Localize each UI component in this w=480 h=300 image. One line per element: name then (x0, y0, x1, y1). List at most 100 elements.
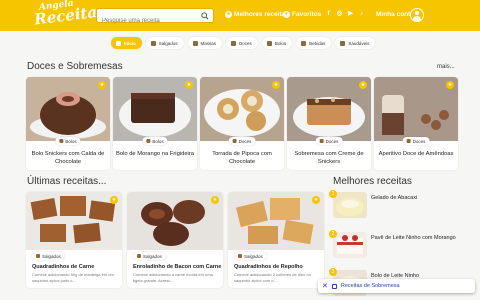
category-cakes[interactable]: Bolos (261, 37, 293, 49)
favorite-star-icon[interactable]: ★ (359, 81, 367, 89)
sweets-icon (406, 139, 411, 143)
category-drinks[interactable]: Bebidas (296, 37, 332, 49)
section-title-best: Melhores receitas (333, 176, 412, 187)
healthy-icon (340, 40, 346, 46)
category-pasta[interactable]: Massas (187, 37, 223, 49)
latest-recipe-card[interactable]: ★ Salgados Quadradinhos de Repolho Comec… (228, 192, 324, 288)
rank-badge: 2 (329, 230, 337, 238)
search-input[interactable] (97, 14, 197, 28)
home-icon (116, 40, 121, 46)
category-sweets[interactable]: Doces (226, 37, 258, 49)
category-badge: Bolos (55, 137, 81, 145)
recipe-title: Quadradinhos de Repolho (234, 264, 303, 270)
search-icon[interactable] (201, 12, 209, 20)
savory-icon (238, 254, 242, 258)
toast-label: Receitas de Sobremesa (340, 283, 400, 289)
best-recipe-item[interactable]: 1 Gelado de Abacaxi (329, 190, 477, 220)
category-label: Doces (239, 40, 252, 46)
recipe-thumbnail (333, 192, 367, 218)
tiktok-icon[interactable]: ♪ (358, 10, 365, 18)
close-icon[interactable]: ✕ (322, 282, 328, 290)
category-badge: Salgados (133, 252, 166, 260)
category-badge: Doces (315, 137, 343, 145)
favorite-star-icon[interactable]: ★ (98, 81, 106, 89)
savory-icon (150, 40, 156, 46)
recipe-photo (26, 192, 122, 250)
recipe-title: Bolo de Morango na Frigideira (116, 151, 194, 157)
category-bar: Início Salgados Massas Doces Bolos Bebid… (111, 37, 376, 49)
favorite-star-icon[interactable]: ★ (272, 81, 280, 89)
cake-icon (59, 139, 64, 143)
recipe-title: Sobremesa com Creme de Snickers (294, 151, 364, 165)
savory-icon (137, 254, 141, 258)
section-title-latest: Últimas receitas... (27, 176, 107, 187)
recipe-description: Comece adicionando a carne moída em uma … (133, 272, 213, 283)
badge-label: Salgados (244, 253, 263, 259)
badge-label: Doces (412, 138, 426, 144)
best-recipe-title: Pavê de Leite Ninho com Morango (371, 235, 456, 241)
category-badge: Salgados (234, 252, 267, 260)
category-label: Massas (200, 40, 217, 46)
recipe-photo (127, 192, 223, 250)
top-header: Angela Receita ★ Melhores receitas ♥ Fav… (0, 0, 480, 31)
recipe-title: Enroladinho de Bacon com Carne (133, 264, 222, 270)
category-badge: Salgados (32, 252, 65, 260)
instagram-icon[interactable]: ◎ (336, 10, 343, 18)
heart-icon: ♥ (283, 11, 290, 18)
favorite-star-icon[interactable]: ★ (312, 196, 320, 204)
cake-icon (266, 40, 272, 46)
savory-icon (36, 254, 40, 258)
drink-icon (301, 40, 307, 46)
recipe-description: Comece adicionando 2 colheres de óleo no… (234, 272, 311, 283)
youtube-icon[interactable]: ▶ (347, 10, 354, 18)
favorite-star-icon[interactable]: ★ (110, 196, 118, 204)
sweets-icon (319, 139, 324, 143)
category-healthy[interactable]: Saudáveis (335, 37, 376, 49)
category-home[interactable]: Início (111, 37, 142, 49)
recipe-thumbnail (333, 232, 367, 258)
category-badge: Doces (402, 137, 430, 145)
favorite-star-icon[interactable]: ★ (211, 196, 219, 204)
badge-label: Bolos (152, 138, 164, 144)
recipe-card[interactable]: ★ Doces Torrada de Pipoca com Chocolate (200, 77, 284, 170)
recipe-card[interactable]: ★ Doces Aperitivo Doce de Amêndoas (374, 77, 458, 170)
pasta-icon (192, 40, 198, 46)
latest-recipe-card[interactable]: ★ Salgados Enroladinho de Bacon com Carn… (127, 192, 223, 288)
sweets-icon (232, 139, 237, 143)
category-label: Bebidas (309, 40, 326, 46)
best-recipe-item[interactable]: 2 Pavê de Leite Ninho com Morango (329, 230, 477, 260)
category-label: Bolos (274, 40, 287, 46)
sweets-icon (231, 40, 237, 46)
site-logo[interactable]: Angela Receita (33, 0, 99, 31)
more-link[interactable]: mais... (437, 64, 455, 70)
badge-label: Salgados (42, 253, 61, 259)
recipe-card[interactable]: ★ Bolos Bolo Snickers com Calda de Choco… (26, 77, 110, 170)
favorite-star-icon[interactable]: ★ (446, 81, 454, 89)
facebook-icon[interactable]: f (325, 10, 332, 18)
logo-line2: Receita (33, 2, 99, 29)
recipe-card[interactable]: ★ Doces Sobremesa com Creme de Snickers (287, 77, 371, 170)
favorite-star-icon[interactable]: ★ (185, 81, 193, 89)
recipe-title: Quadradinhos de Carne (32, 264, 95, 270)
recipe-title: Torrada de Pipoca com Chocolate (212, 151, 272, 165)
avatar[interactable] (410, 8, 424, 22)
recipe-title: Aperitivo Doce de Amêndoas (378, 151, 454, 157)
badge-label: Doces (238, 138, 252, 144)
rank-badge: 3 (329, 268, 337, 276)
nav-best-recipes[interactable]: ★ Melhores receitas (225, 11, 289, 18)
rank-badge: 1 (329, 190, 337, 198)
my-account-link[interactable]: Minha conta (376, 11, 414, 18)
category-savory[interactable]: Salgados (145, 37, 184, 49)
latest-recipe-card[interactable]: ★ Salgados Quadradinhos de Carne Comece … (26, 192, 122, 288)
social-links: f ◎ ▶ ♪ (325, 10, 365, 18)
recipe-card[interactable]: ★ Bolos Bolo de Morango na Frigideira (113, 77, 197, 170)
nav-best-label: Melhores receitas (234, 11, 289, 18)
nav-favorites[interactable]: ♥ Favoritos (283, 11, 321, 18)
category-badge: Bolos (142, 137, 168, 145)
badge-label: Doces (325, 138, 339, 144)
nav-favorites-label: Favoritos (292, 11, 322, 18)
badge-label: Salgados (143, 253, 162, 259)
recipe-toast[interactable]: ✕ Receitas de Sobremesa (318, 279, 475, 293)
cake-icon (146, 139, 151, 143)
badge-label: Bolos (65, 138, 77, 144)
